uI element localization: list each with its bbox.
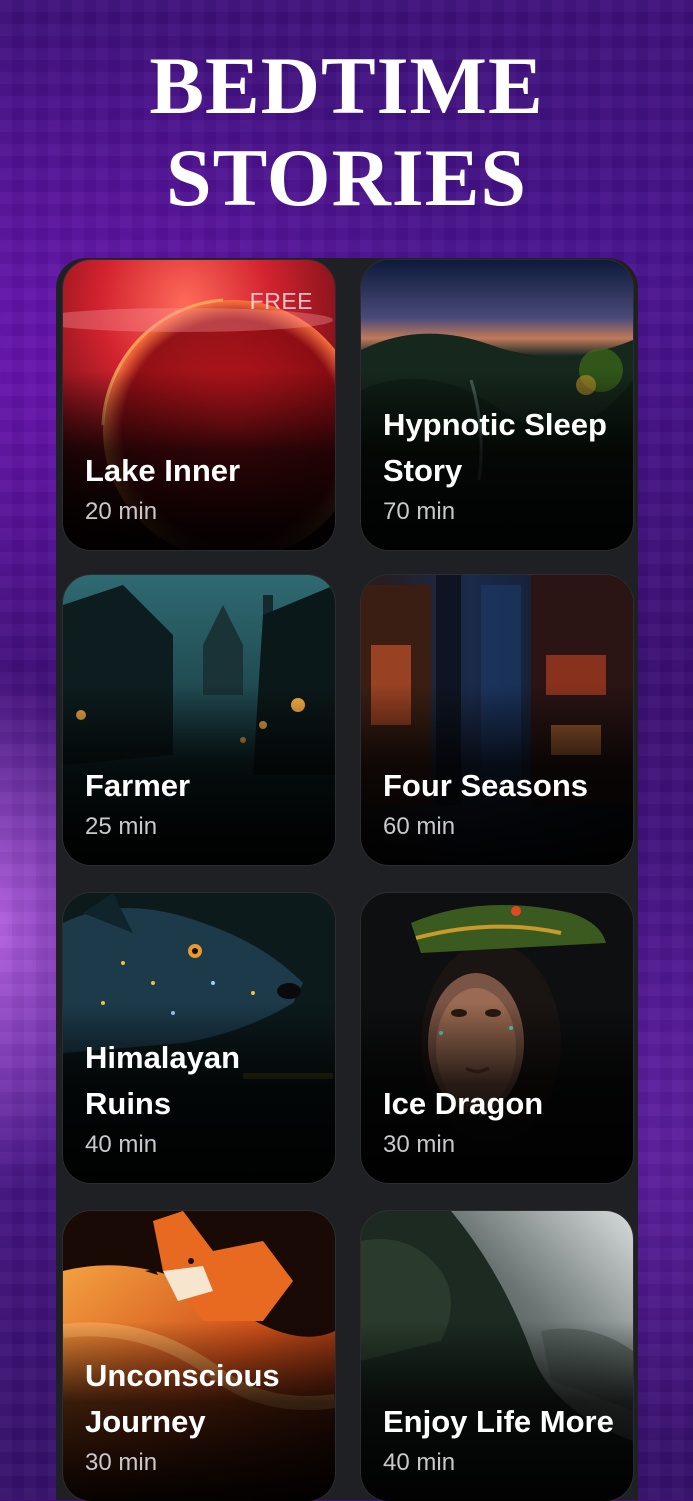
story-card-enjoy-life-more[interactable]: Enjoy Life More 40 min	[361, 1211, 633, 1501]
story-card-four-seasons[interactable]: Four Seasons 60 min	[361, 575, 633, 865]
story-info: Lake Inner 20 min	[85, 448, 319, 528]
story-info: Himalayan Ruins 40 min	[85, 1035, 319, 1161]
story-card-hypnotic-sleep-story[interactable]: Hypnotic Sleep Story 70 min	[361, 260, 633, 550]
story-card-himalayan-ruins[interactable]: Himalayan Ruins 40 min	[63, 893, 335, 1183]
story-title: Himalayan Ruins	[85, 1040, 241, 1121]
story-duration: 30 min	[383, 1131, 456, 1158]
story-info: Farmer 25 min	[85, 763, 319, 843]
free-badge: FREE	[249, 288, 313, 314]
story-title: Hypnotic Sleep Story	[383, 407, 607, 488]
story-duration: 70 min	[383, 498, 456, 525]
story-duration: 40 min	[383, 1449, 456, 1476]
story-title: Enjoy Life More	[383, 1404, 614, 1439]
story-info: Ice Dragon 30 min	[383, 1081, 617, 1161]
story-card-farmer[interactable]: Farmer 25 min	[63, 575, 335, 865]
story-title: Lake Inner	[85, 453, 241, 488]
page-title: BEDTIME STORIES	[0, 40, 693, 224]
story-duration: 20 min	[85, 498, 158, 525]
story-duration: 40 min	[85, 1131, 158, 1158]
story-info: Four Seasons 60 min	[383, 763, 617, 843]
story-info: Hypnotic Sleep Story 70 min	[383, 402, 617, 528]
story-duration: 30 min	[85, 1449, 158, 1476]
story-info: Enjoy Life More 40 min	[383, 1399, 617, 1479]
story-title: Farmer	[85, 768, 191, 803]
story-card-ice-dragon[interactable]: Ice Dragon 30 min	[361, 893, 633, 1183]
story-title: Four Seasons	[383, 768, 588, 803]
story-title: Unconscious Journey	[85, 1358, 280, 1439]
story-duration: 60 min	[383, 813, 456, 840]
story-card-lake-inner[interactable]: FREE Lake Inner 20 min	[63, 260, 335, 550]
story-duration: 25 min	[85, 813, 158, 840]
page-title-line-1: BEDTIME	[149, 40, 544, 131]
story-info: Unconscious Journey 30 min	[85, 1353, 319, 1479]
page-title-line-2: STORIES	[165, 132, 528, 223]
story-title: Ice Dragon	[383, 1086, 544, 1121]
story-card-unconscious-journey[interactable]: Unconscious Journey 30 min	[63, 1211, 335, 1501]
